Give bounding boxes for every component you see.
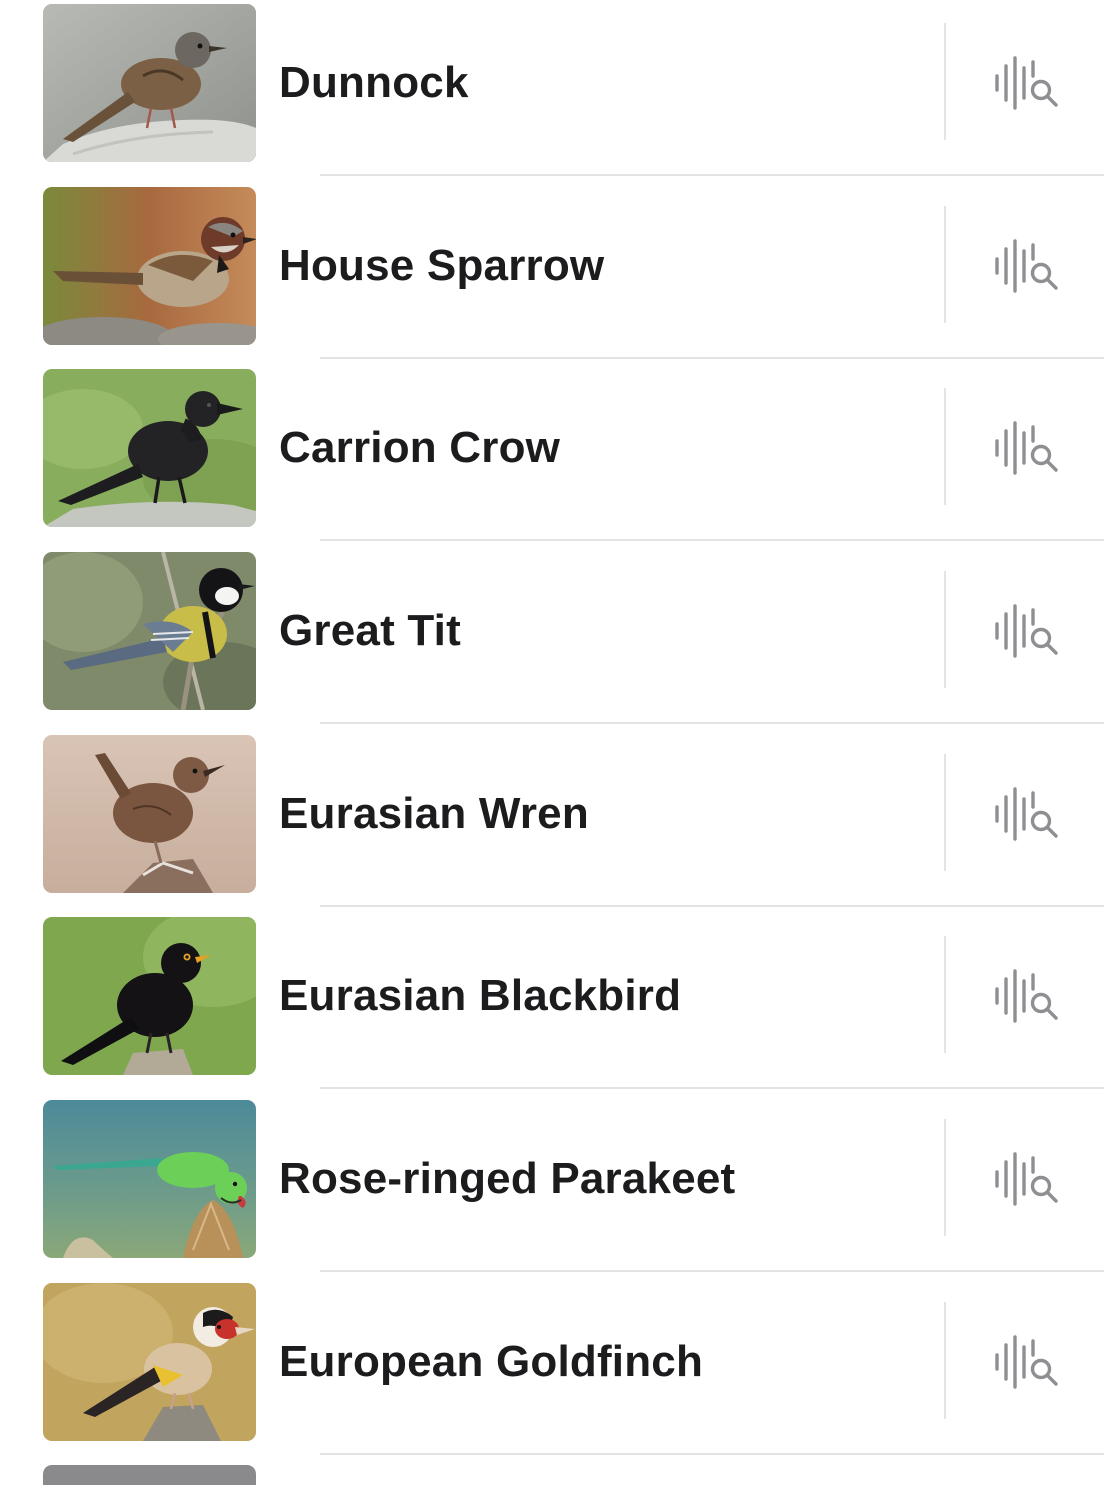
great-tit-photo [43, 552, 256, 711]
divider [944, 23, 946, 140]
sound-search-button[interactable] [988, 233, 1064, 299]
divider [944, 1119, 946, 1237]
divider [944, 936, 946, 1054]
bird-name: Eurasian Wren [279, 788, 589, 838]
row-separator [320, 356, 1104, 359]
sound-search-icon [995, 421, 1058, 476]
list-item-dunnock[interactable]: Dunnock [0, 0, 1104, 183]
divider [944, 205, 946, 323]
row-separator [320, 904, 1104, 907]
bird-name: House Sparrow [279, 240, 605, 290]
list-item-great-tit[interactable]: Great Tit [0, 548, 1104, 731]
divider [944, 388, 946, 506]
bird-name: Great Tit [279, 606, 461, 656]
carrion-crow-photo [43, 369, 256, 528]
sound-search-button[interactable] [988, 415, 1064, 481]
sound-search-icon [995, 787, 1058, 841]
list-item-carrion-crow[interactable]: Carrion Crow [0, 365, 1104, 548]
divider [944, 571, 946, 689]
list-item-eurasian-wren[interactable]: Eurasian Wren [0, 731, 1104, 914]
row-separator [320, 1270, 1104, 1273]
sound-search-button[interactable] [988, 781, 1064, 847]
eurasian-wren-photo [43, 734, 256, 893]
sound-search-icon [995, 238, 1058, 293]
row-separator [320, 174, 1104, 176]
sound-search-icon [995, 969, 1058, 1024]
row-separator [320, 1087, 1104, 1090]
bird-list: Dunnock House Sparrow Carrion Crow Great… [0, 0, 1104, 1462]
european-goldfinch-photo [43, 1282, 256, 1441]
list-item-rose-ringed-parakeet[interactable]: Rose-ringed Parakeet [0, 1096, 1104, 1279]
dunnock-photo [43, 4, 256, 162]
next-item-photo-partial [43, 1465, 256, 1485]
row-separator [320, 539, 1104, 542]
sound-search-button[interactable] [988, 1146, 1064, 1212]
row-separator [320, 1452, 1104, 1455]
rose-ringed-parakeet-photo [43, 1100, 256, 1259]
bird-name: Rose-ringed Parakeet [279, 1154, 736, 1204]
list-item-eurasian-blackbird[interactable]: Eurasian Blackbird [0, 913, 1104, 1096]
sound-search-icon [995, 1152, 1058, 1206]
sound-search-icon [995, 56, 1058, 110]
bird-name: European Goldfinch [279, 1336, 704, 1386]
row-separator [320, 722, 1104, 725]
list-item-european-goldfinch[interactable]: European Goldfinch [0, 1279, 1104, 1462]
bird-name: Eurasian Blackbird [279, 971, 682, 1021]
sound-search-icon [995, 604, 1058, 658]
divider [944, 1301, 946, 1419]
house-sparrow-photo [43, 186, 256, 345]
sound-search-button[interactable] [988, 598, 1064, 664]
sound-search-button[interactable] [988, 963, 1064, 1029]
divider [944, 753, 946, 871]
bird-name: Carrion Crow [279, 423, 561, 473]
sound-search-button[interactable] [988, 1329, 1064, 1395]
sound-search-button[interactable] [988, 50, 1064, 116]
sound-search-icon [995, 1335, 1058, 1389]
eurasian-blackbird-photo [43, 917, 256, 1076]
list-item-house-sparrow[interactable]: House Sparrow [0, 183, 1104, 366]
bird-name: Dunnock [279, 58, 469, 107]
